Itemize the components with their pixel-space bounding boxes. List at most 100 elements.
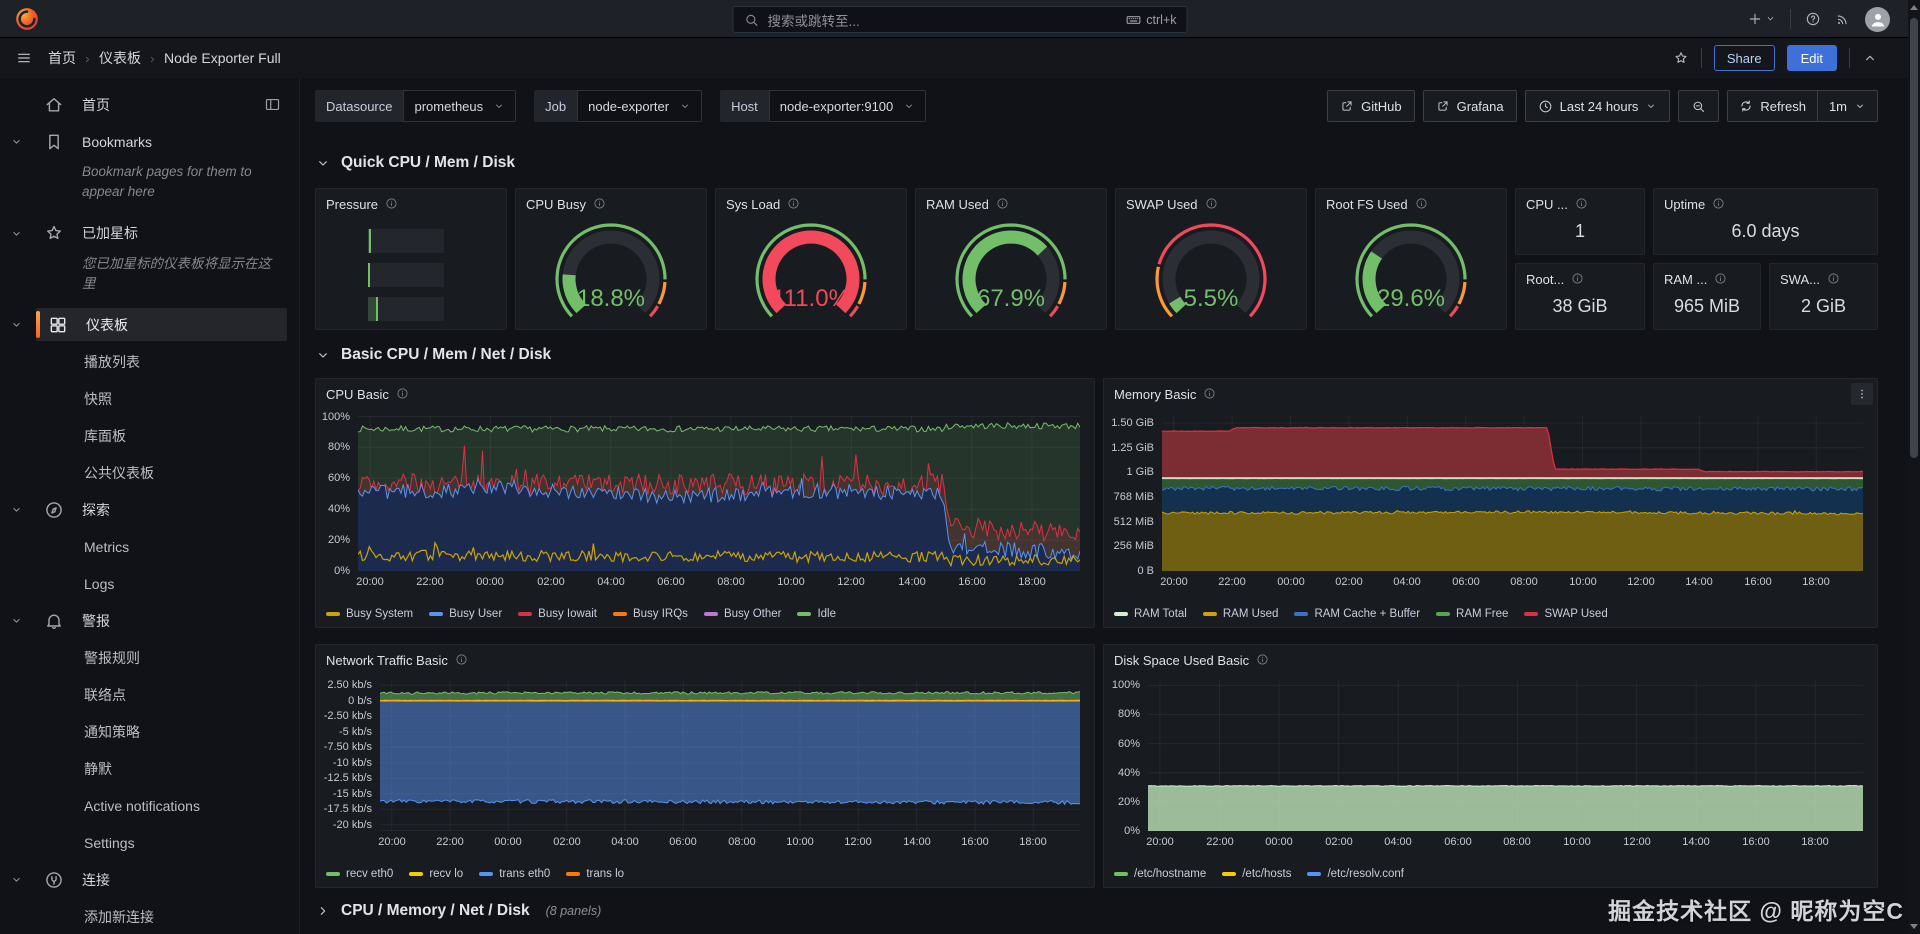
legend-item[interactable]: Busy Other: [704, 608, 782, 620]
panel-info-button[interactable]: [1827, 270, 1840, 288]
panel-info-button[interactable]: [1256, 651, 1269, 669]
sidebar-item-settings[interactable]: Settings: [0, 824, 299, 861]
variable-value-select[interactable]: node-exporter:9100: [769, 90, 926, 122]
user-avatar[interactable]: [1865, 7, 1890, 32]
panel-info-button[interactable]: [1571, 270, 1584, 288]
dock-menu-button[interactable]: [264, 96, 287, 114]
panel-info-button[interactable]: [996, 195, 1009, 213]
sidebar-item-body[interactable]: 仪表板: [36, 308, 287, 341]
sidebar-item-body[interactable]: Settings: [36, 826, 287, 859]
sidebar-item-已加星标[interactable]: 已加星标: [0, 215, 299, 252]
section-chevron[interactable]: [10, 135, 36, 148]
sidebar-item-bookmarks[interactable]: Bookmarks: [0, 123, 299, 160]
panel-info-button[interactable]: [1575, 195, 1588, 213]
sidebar-item-body[interactable]: 静默: [36, 752, 287, 785]
scroll-down-arrow[interactable]: [1910, 924, 1918, 929]
sidebar-item-公共仪表板[interactable]: 公共仪表板: [0, 454, 299, 491]
chart-plot-area[interactable]: [358, 415, 1080, 571]
panel-info-button[interactable]: [396, 385, 409, 403]
sidebar-item-库面板[interactable]: 库面板: [0, 417, 299, 454]
sidebar-item-body[interactable]: Bookmarks: [36, 125, 287, 158]
section-chevron[interactable]: [10, 227, 36, 240]
sidebar-item-快照[interactable]: 快照: [0, 380, 299, 417]
section-cpu-memory-net-disk-collapsed[interactable]: CPU / Memory / Net / Disk (8 panels): [315, 902, 601, 920]
panel-header[interactable]: CPU Basic: [316, 379, 1094, 409]
sidebar-item-body[interactable]: Metrics: [36, 530, 287, 563]
section-basic-cpu-mem-net-disk[interactable]: Basic CPU / Mem / Net / Disk: [315, 346, 551, 364]
legend-item[interactable]: trans eth0: [479, 868, 550, 880]
panel-info-button[interactable]: [787, 195, 800, 213]
legend-item[interactable]: recv eth0: [326, 868, 393, 880]
grafana-logo[interactable]: [14, 6, 40, 32]
new-menu-button[interactable]: [1747, 10, 1776, 28]
sidebar-item-通知策略[interactable]: 通知策略: [0, 713, 299, 750]
sidebar-item-body[interactable]: 联络点: [36, 678, 287, 711]
panel-header[interactable]: Network Traffic Basic: [316, 645, 1094, 675]
panel-header[interactable]: RAM Used: [916, 189, 1106, 219]
sidebar-item-播放列表[interactable]: 播放列表: [0, 343, 299, 380]
vertical-scrollbar[interactable]: [1908, 0, 1920, 934]
chart-plot-area[interactable]: [380, 681, 1080, 831]
panel-info-button[interactable]: [1714, 270, 1727, 288]
refresh-button[interactable]: Refresh: [1728, 91, 1817, 121]
legend-item[interactable]: recv lo: [409, 868, 463, 880]
sidebar-item-联络点[interactable]: 联络点: [0, 676, 299, 713]
panel-header[interactable]: Pressure: [316, 189, 506, 219]
panel-header[interactable]: Memory Basic: [1104, 379, 1877, 409]
panel-info-button[interactable]: [593, 195, 606, 213]
chart-plot-area[interactable]: [1148, 681, 1863, 831]
sidebar-item-body[interactable]: 播放列表: [36, 345, 287, 378]
sidebar-item-body[interactable]: 通知策略: [36, 715, 287, 748]
variable-value-select[interactable]: node-exporter: [577, 90, 702, 122]
sidebar-item-metrics[interactable]: Metrics: [0, 528, 299, 565]
section-chevron[interactable]: [10, 873, 36, 886]
sidebar-item-body[interactable]: 警报规则: [36, 641, 287, 674]
sidebar-item-body[interactable]: 警报: [36, 604, 287, 637]
panel-info-button[interactable]: [1203, 385, 1216, 403]
panel-info-button[interactable]: [455, 651, 468, 669]
panel-header[interactable]: Disk Space Used Basic: [1104, 645, 1877, 675]
sidebar-item-body[interactable]: Active notifications: [36, 789, 287, 822]
panel-header[interactable]: Uptime: [1654, 189, 1877, 219]
sidebar-item-仪表板[interactable]: 仪表板: [0, 306, 299, 343]
sidebar-item-body[interactable]: 首页: [36, 88, 287, 121]
legend-item[interactable]: /etc/resolv.conf: [1307, 868, 1404, 880]
panel-header[interactable]: CPU Busy: [516, 189, 706, 219]
time-range-picker[interactable]: Last 24 hours: [1525, 90, 1671, 122]
sidebar-item-警报规则[interactable]: 警报规则: [0, 639, 299, 676]
star-dashboard-button[interactable]: [1673, 49, 1689, 67]
scrollbar-thumb[interactable]: [1910, 18, 1918, 458]
legend-item[interactable]: RAM Total: [1114, 608, 1187, 620]
chart-plot-area[interactable]: [1162, 415, 1863, 571]
refresh-interval-select[interactable]: 1m: [1817, 91, 1877, 121]
news-button[interactable]: [1835, 10, 1851, 28]
link-button-grafana[interactable]: Grafana: [1423, 90, 1517, 122]
panel-header[interactable]: SWAP Used: [1116, 189, 1306, 219]
panel-header[interactable]: Root FS Used: [1316, 189, 1506, 219]
legend-item[interactable]: Busy Iowait: [518, 608, 597, 620]
breadcrumb-item[interactable]: 仪表板: [99, 48, 141, 68]
sidebar-item-active-notifications[interactable]: Active notifications: [0, 787, 299, 824]
section-chevron[interactable]: [10, 318, 36, 331]
section-chevron[interactable]: [10, 503, 36, 516]
legend-item[interactable]: /etc/hostname: [1114, 868, 1206, 880]
legend-item[interactable]: trans lo: [566, 868, 624, 880]
section-chevron[interactable]: [10, 614, 36, 627]
sidebar-item-警报[interactable]: 警报: [0, 602, 299, 639]
sidebar-item-body[interactable]: 公共仪表板: [36, 456, 287, 489]
sidebar-item-body[interactable]: 已加星标: [36, 217, 287, 250]
panel-header[interactable]: Root...: [1516, 264, 1644, 294]
link-button-github[interactable]: GitHub: [1327, 90, 1414, 122]
sidebar-item-body[interactable]: 探索: [36, 493, 287, 526]
panel-header[interactable]: RAM ...: [1654, 264, 1760, 294]
legend-item[interactable]: Busy System: [326, 608, 413, 620]
sidebar-item-连接[interactable]: 连接: [0, 861, 299, 898]
panel-header[interactable]: SWA...: [1770, 264, 1877, 294]
panel-menu-button[interactable]: [1851, 383, 1873, 405]
sidebar-item-添加新连接[interactable]: 添加新连接: [0, 898, 299, 934]
search-input[interactable]: 搜索或跳转至... ctrl+k: [733, 6, 1188, 33]
legend-item[interactable]: Idle: [797, 608, 836, 620]
legend-item[interactable]: Busy User: [429, 608, 502, 620]
sidebar-item-logs[interactable]: Logs: [0, 565, 299, 602]
sidebar-item-body[interactable]: 连接: [36, 863, 287, 896]
